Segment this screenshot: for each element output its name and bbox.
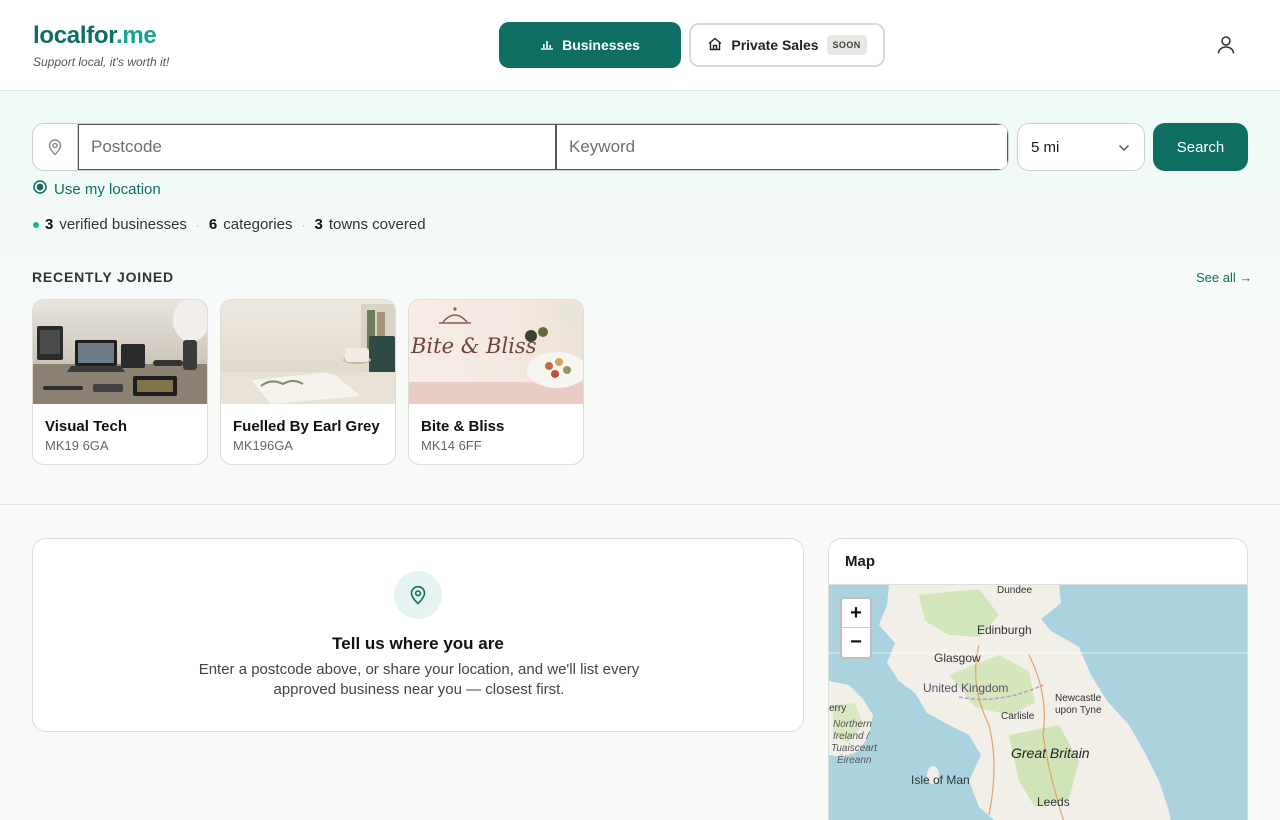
tagline: Support local, it's worth it! xyxy=(33,55,170,69)
map-label-erry: erry xyxy=(829,703,847,714)
map-title: Map xyxy=(845,553,875,570)
map-label-ni-2: Ireland / xyxy=(833,731,870,742)
bar-chart-icon xyxy=(540,37,554,53)
map-label-carlisle: Carlisle xyxy=(1001,711,1035,722)
location-pin-icon xyxy=(33,124,78,170)
use-my-location-link[interactable]: Use my location xyxy=(33,180,161,198)
home-icon xyxy=(707,36,723,55)
map-label-isle-of-man: Isle of Man xyxy=(911,773,970,787)
keyword-input[interactable] xyxy=(556,124,1008,170)
towns-count: 3 xyxy=(314,216,323,233)
map-label-newcastle-2: upon Tyne xyxy=(1055,705,1102,716)
location-pin-icon xyxy=(394,571,442,619)
site-header: localfor.me Support local, it's worth it… xyxy=(0,0,1280,91)
business-card[interactable]: Bite & Bliss Bite & Bliss MK14 6FF xyxy=(408,299,584,465)
see-all-link[interactable]: See all → xyxy=(1196,270,1252,285)
businesses-count: 3 xyxy=(45,216,54,233)
chevron-down-icon xyxy=(1118,139,1130,156)
business-image-text: Bite & Bliss xyxy=(411,334,537,358)
business-name: Fuelled By Earl Grey xyxy=(233,418,380,435)
business-name: Bite & Bliss xyxy=(421,418,505,435)
main-nav: Businesses Private Sales SOON xyxy=(499,22,885,68)
target-icon xyxy=(33,180,47,198)
map-label-dundee: Dundee xyxy=(997,585,1033,596)
map-label-newcastle-1: Newcastle xyxy=(1055,693,1102,704)
map-view[interactable]: + − Dundee Edinburgh Glasgow United King… xyxy=(829,584,1247,820)
business-name: Visual Tech xyxy=(45,418,127,435)
radius-value: 5 mi xyxy=(1031,138,1060,156)
empty-state-heading: Tell us where you are xyxy=(332,634,504,653)
map-label-ni-1: Northern xyxy=(833,719,872,730)
map-label-edinburgh: Edinburgh xyxy=(977,623,1032,637)
business-postcode: MK19 6GA xyxy=(45,438,109,453)
recently-joined-title: RECENTLY JOINED xyxy=(32,269,174,285)
private-sales-tab-label: Private Sales xyxy=(731,37,819,53)
logo-main: localfor xyxy=(33,22,116,49)
empty-state-description: Enter a postcode above, or share your lo… xyxy=(198,661,640,698)
status-dot xyxy=(33,221,39,228)
map-label-great-britain: Great Britain xyxy=(1011,745,1090,761)
business-image xyxy=(221,300,395,404)
business-card[interactable]: Fuelled By Earl Grey MK196GA xyxy=(220,299,396,465)
towns-label: towns covered xyxy=(328,216,426,233)
empty-state-panel: Tell us where you are Enter a postcode a… xyxy=(32,538,804,732)
postcode-input[interactable] xyxy=(78,124,556,170)
radius-select[interactable]: 5 mi xyxy=(1017,123,1145,171)
map-label-uk: United Kingdom xyxy=(923,681,1009,695)
categories-label: categories xyxy=(223,216,293,233)
business-postcode: MK196GA xyxy=(233,438,293,453)
categories-count: 6 xyxy=(208,216,218,233)
businesses-tab-label: Businesses xyxy=(562,37,640,53)
search-section: 5 mi Search Use my location 3 verified b… xyxy=(0,91,1280,505)
private-sales-tab[interactable]: Private Sales SOON xyxy=(689,23,885,67)
business-image xyxy=(33,300,207,404)
businesses-label: verified businesses xyxy=(59,216,187,233)
separator: · xyxy=(301,217,306,232)
logo[interactable]: localfor.me xyxy=(33,22,157,50)
user-icon[interactable] xyxy=(1214,33,1238,57)
map-zoom-control: + − xyxy=(840,597,872,659)
map-panel: Map + − Dundee Edinburgh Glasgow United … xyxy=(828,538,1248,820)
separator: · xyxy=(195,217,200,232)
business-image: Bite & Bliss xyxy=(409,300,583,404)
stats-bar: 3 verified businesses · 6 categories · 3… xyxy=(33,216,426,233)
search-button[interactable]: Search xyxy=(1153,123,1248,171)
map-label-glasgow: Glasgow xyxy=(934,651,981,665)
zoom-out-button[interactable]: − xyxy=(842,628,870,657)
zoom-in-button[interactable]: + xyxy=(842,599,870,628)
search-bar xyxy=(32,123,1009,171)
map-label-ni-4: Éireann xyxy=(837,755,872,766)
soon-badge: SOON xyxy=(826,35,867,55)
businesses-tab[interactable]: Businesses xyxy=(499,22,681,68)
map-label-ni-3: Tuaisceart xyxy=(831,743,877,754)
map-label-leeds: Leeds xyxy=(1037,795,1070,809)
business-postcode: MK14 6FF xyxy=(421,438,482,453)
recent-business-list: Visual Tech MK19 6GA Fuelled By Earl Gre… xyxy=(32,299,584,465)
logo-tld: .me xyxy=(115,22,157,49)
business-card[interactable]: Visual Tech MK19 6GA xyxy=(32,299,208,465)
use-my-location-label: Use my location xyxy=(54,180,161,198)
